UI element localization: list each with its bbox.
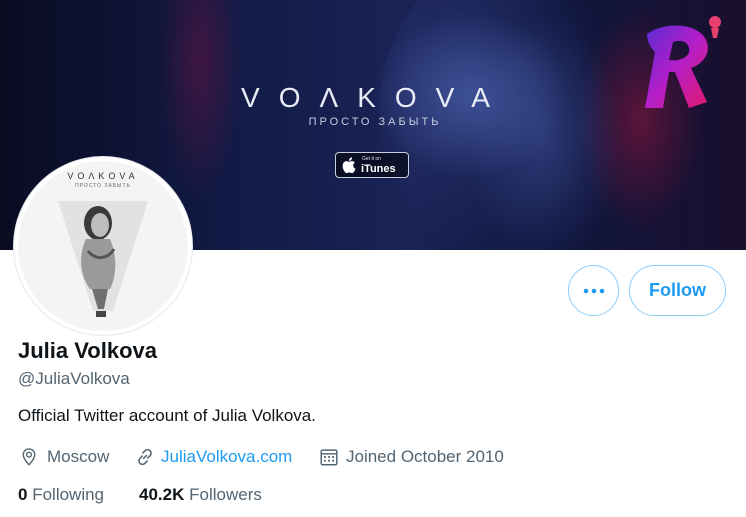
profile-name: Julia Volkova — [18, 338, 157, 363]
itunes-label: iTunes — [361, 163, 396, 175]
banner-subtitle: ПРОСТО ЗАБЫТЬ — [308, 116, 442, 128]
avatar-image: VOΛKOVA ПРОСТО ЗАБЫТЬ — [18, 161, 188, 331]
profile-avatar[interactable]: VOΛKOVA ПРОСТО ЗАБЫТЬ — [14, 157, 192, 335]
followers-stat[interactable]: 40.2K Followers — [139, 485, 262, 505]
followers-count: 40.2K — [139, 485, 185, 504]
more-dots-icon — [583, 288, 605, 294]
location-text: Moscow — [47, 447, 110, 466]
followers-label: Followers — [189, 485, 262, 504]
avatar-portrait-figure — [58, 201, 148, 317]
apple-icon — [342, 157, 356, 173]
banner-brand-text: VOΛKOVA — [241, 82, 509, 113]
more-options-button[interactable] — [568, 265, 619, 316]
following-count: 0 — [18, 485, 28, 504]
calendar-icon — [320, 449, 338, 466]
profile-handle: @JuliaVolkova — [18, 369, 130, 388]
r-logo-watermark — [645, 16, 721, 109]
profile-bio: Official Twitter account of Julia Volkov… — [18, 406, 316, 425]
link-icon — [138, 448, 152, 466]
following-stat[interactable]: 0 Following — [18, 485, 104, 505]
itunes-small-text: Get it on — [362, 156, 381, 162]
joined-text: Joined October 2010 — [346, 447, 504, 466]
following-label: Following — [32, 485, 105, 504]
website-link[interactable]: JuliaVolkova.com — [161, 447, 292, 467]
location-pin-icon — [22, 448, 36, 466]
follow-button[interactable]: Follow — [629, 265, 726, 316]
itunes-badge[interactable]: Get it on iTunes — [335, 152, 409, 178]
